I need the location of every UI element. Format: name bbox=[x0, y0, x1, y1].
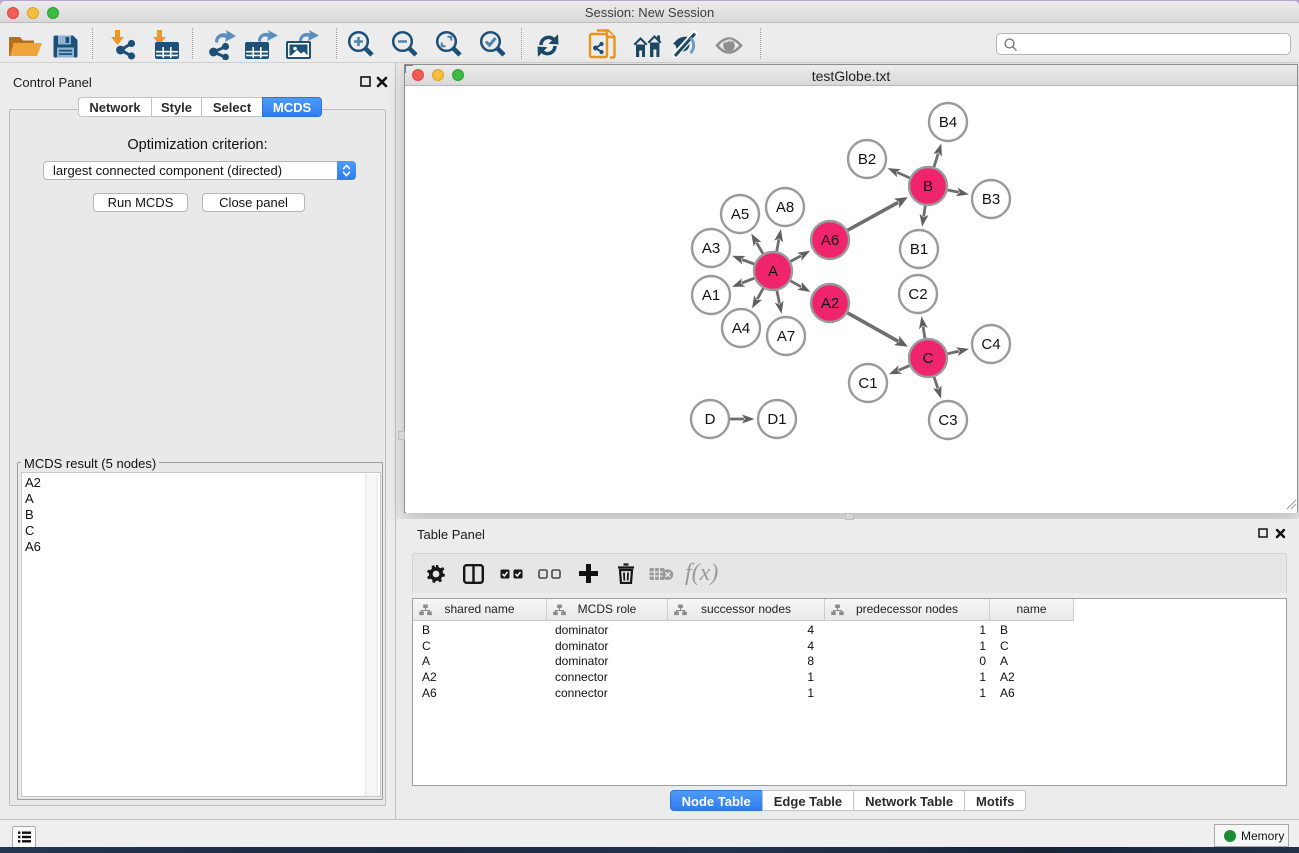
svg-text:B: B bbox=[923, 178, 933, 195]
svg-text:A5: A5 bbox=[731, 206, 749, 223]
svg-text:B4: B4 bbox=[939, 114, 957, 131]
svg-text:A1: A1 bbox=[702, 287, 720, 304]
svg-text:C1: C1 bbox=[858, 375, 877, 392]
svg-text:A6: A6 bbox=[821, 232, 839, 249]
svg-text:C4: C4 bbox=[981, 336, 1000, 353]
svg-text:A3: A3 bbox=[702, 240, 720, 257]
svg-text:B1: B1 bbox=[910, 241, 928, 258]
svg-text:C: C bbox=[923, 350, 934, 367]
svg-text:A: A bbox=[768, 263, 778, 280]
svg-text:A8: A8 bbox=[776, 199, 794, 216]
svg-text:A4: A4 bbox=[732, 320, 750, 337]
svg-text:A2: A2 bbox=[821, 295, 839, 312]
svg-text:C2: C2 bbox=[908, 286, 927, 303]
svg-text:D1: D1 bbox=[767, 411, 786, 428]
svg-text:A7: A7 bbox=[777, 328, 795, 345]
svg-text:C3: C3 bbox=[938, 412, 957, 429]
svg-text:B2: B2 bbox=[858, 151, 876, 168]
svg-text:B3: B3 bbox=[982, 191, 1000, 208]
svg-text:D: D bbox=[705, 411, 716, 428]
